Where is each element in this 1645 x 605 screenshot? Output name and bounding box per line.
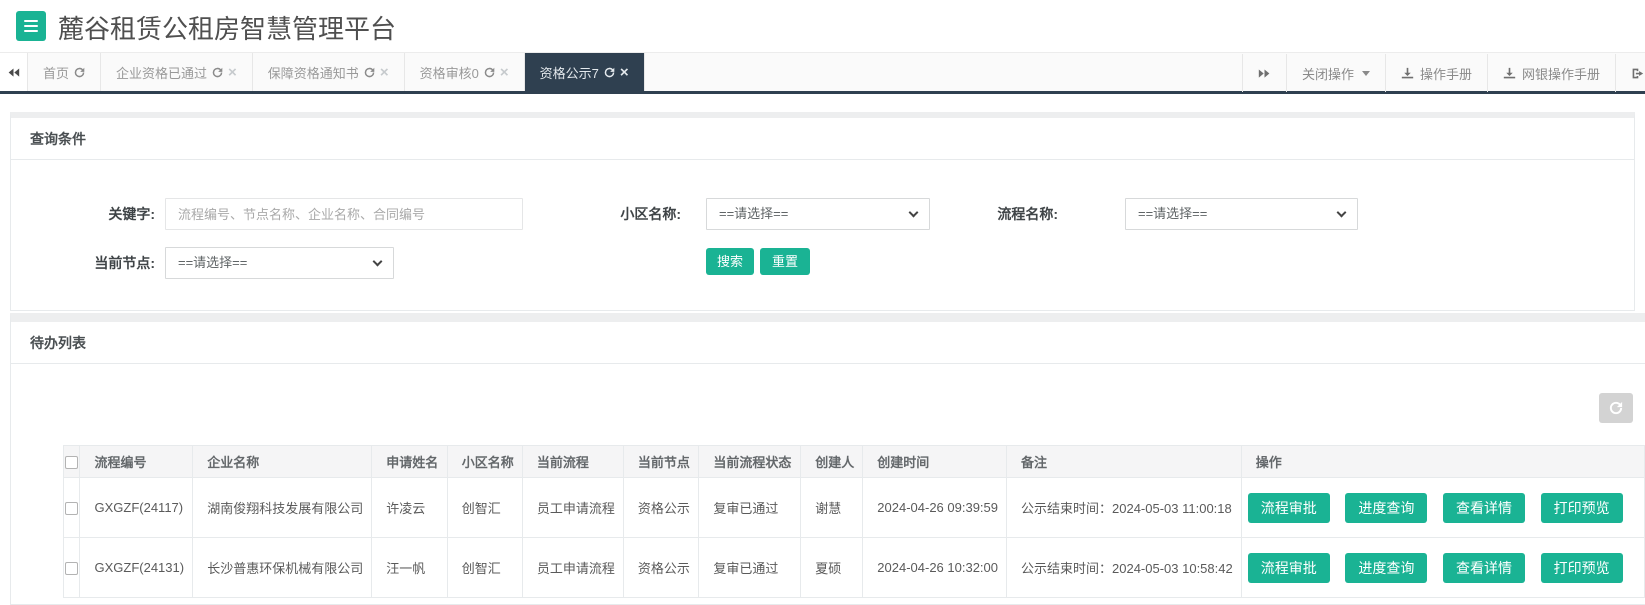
cell-applicant: 许凌云 — [372, 478, 448, 538]
close-icon[interactable]: × — [500, 67, 509, 78]
table-header-row: 流程编号 企业名称 申请姓名 小区名称 当前流程 当前节点 当前流程状态 创建人… — [64, 446, 1645, 478]
community-select[interactable]: ==请选择== — [706, 198, 930, 230]
todo-panel-title: 待办列表 — [11, 322, 1645, 364]
refresh-table-button[interactable] — [1599, 393, 1633, 423]
tab-controls: 关闭操作 操作手册 网银操作手册 — [1242, 54, 1645, 92]
chevron-down-icon — [1337, 208, 1347, 218]
scroll-right-icon[interactable] — [1242, 54, 1286, 92]
keyword-label: 关键字: — [41, 198, 155, 230]
chevron-down-icon — [373, 257, 383, 267]
refresh-icon[interactable] — [604, 67, 615, 78]
action-print-button[interactable]: 打印预览 — [1541, 493, 1623, 523]
refresh-icon — [1609, 401, 1623, 415]
cell-community: 创智汇 — [447, 478, 522, 538]
tab-bar: 首页 企业资格已通过 × 保障资格通知书 × 资格审核0 × 资格公示7 × 关… — [0, 52, 1645, 94]
table-row: GXGZF(24131) 长沙普惠环保机械有限公司 汪一帆 创智汇 员工申请流程… — [64, 538, 1645, 598]
cell-remark: 公示结束时间：2024-05-03 10:58:42 — [1007, 538, 1242, 598]
cell-status: 复审已通过 — [699, 478, 801, 538]
action-progress-button[interactable]: 进度查询 — [1345, 553, 1427, 583]
query-panel-title: 查询条件 — [11, 118, 1634, 160]
action-detail-button[interactable]: 查看详情 — [1443, 553, 1525, 583]
tab-label: 资格公示7 — [540, 63, 599, 82]
close-operations-menu[interactable]: 关闭操作 — [1286, 54, 1385, 92]
keyword-input[interactable] — [165, 198, 523, 230]
cell-company: 长沙普惠环保机械有限公司 — [193, 538, 372, 598]
menu-icon[interactable] — [16, 11, 46, 41]
refresh-icon[interactable] — [364, 67, 375, 78]
search-button[interactable]: 搜索 — [706, 248, 754, 275]
tab-guarantee-notice[interactable]: 保障资格通知书 × — [253, 53, 405, 91]
cell-node: 资格公示 — [623, 478, 699, 538]
action-print-button[interactable]: 打印预览 — [1541, 553, 1623, 583]
cell-created: 2024-04-26 09:39:59 — [863, 478, 1007, 538]
col-header: 流程编号 — [94, 455, 146, 470]
cell-created: 2024-04-26 10:32:00 — [863, 538, 1007, 598]
cell-community: 创智汇 — [447, 538, 522, 598]
close-icon[interactable]: × — [228, 67, 237, 78]
refresh-icon[interactable] — [74, 67, 85, 78]
tab-qualification-publicity[interactable]: 资格公示7 × — [525, 53, 645, 91]
sign-out-icon[interactable] — [1615, 54, 1645, 92]
col-header: 备注 — [1021, 455, 1047, 470]
col-header: 创建人 — [815, 455, 854, 470]
cell-process-code: GXGZF(24131) — [80, 538, 193, 598]
caret-down-icon — [1362, 71, 1370, 76]
close-icon[interactable]: × — [620, 67, 629, 78]
col-header: 当前节点 — [638, 455, 690, 470]
cell-status: 复审已通过 — [699, 538, 801, 598]
action-approve-button[interactable]: 流程审批 — [1248, 553, 1330, 583]
bank-manual-link[interactable]: 网银操作手册 — [1487, 54, 1615, 92]
row-checkbox[interactable] — [65, 562, 78, 575]
current-node-label: 当前节点: — [41, 247, 155, 279]
col-header: 操作 — [1256, 455, 1282, 470]
table-row: GXGZF(24117) 湖南俊翔科技发展有限公司 许凌云 创智汇 员工申请流程… — [64, 478, 1645, 538]
cell-remark: 公示结束时间：2024-05-03 11:00:18 — [1007, 478, 1242, 538]
operation-manual-link[interactable]: 操作手册 — [1385, 54, 1487, 92]
process-name-label: 流程名称: — [938, 198, 1058, 230]
cell-creator: 夏硕 — [801, 538, 863, 598]
action-detail-button[interactable]: 查看详情 — [1443, 493, 1525, 523]
todo-panel: 待办列表 流程编号 企业名称 申请姓名 小区名称 当前流程 当前节点 当前流程状… — [10, 313, 1645, 605]
refresh-icon[interactable] — [484, 67, 495, 78]
cell-process: 员工申请流程 — [522, 538, 623, 598]
tab-label: 保障资格通知书 — [268, 63, 359, 82]
download-icon — [1401, 67, 1414, 80]
cell-process-code: GXGZF(24117) — [80, 478, 193, 538]
todo-table: 流程编号 企业名称 申请姓名 小区名称 当前流程 当前节点 当前流程状态 创建人… — [63, 445, 1645, 598]
tab-label: 资格审核0 — [420, 63, 479, 82]
query-panel: 查询条件 关键字: 小区名称: ==请选择== 流程名称: ==请选择== 当前… — [10, 112, 1635, 311]
community-label: 小区名称: — [561, 198, 681, 230]
process-name-select[interactable]: ==请选择== — [1125, 198, 1358, 230]
chevron-down-icon — [909, 208, 919, 218]
cell-process: 员工申请流程 — [522, 478, 623, 538]
col-header: 申请姓名 — [386, 455, 438, 470]
action-progress-button[interactable]: 进度查询 — [1345, 493, 1427, 523]
col-header: 小区名称 — [462, 455, 514, 470]
scroll-left-icon[interactable] — [0, 53, 28, 91]
page-title: 麓谷租赁公租房智慧管理平台 — [58, 9, 396, 46]
refresh-icon[interactable] — [212, 67, 223, 78]
tab-qualification-review[interactable]: 资格审核0 × — [405, 53, 525, 91]
col-header: 创建时间 — [877, 455, 929, 470]
tab-enterprise-qualified[interactable]: 企业资格已通过 × — [101, 53, 253, 91]
download-icon — [1503, 67, 1516, 80]
cell-applicant: 汪一帆 — [372, 538, 448, 598]
row-checkbox[interactable] — [65, 502, 78, 515]
tab-label: 首页 — [43, 63, 69, 82]
tab-home[interactable]: 首页 — [28, 53, 101, 91]
cell-company: 湖南俊翔科技发展有限公司 — [193, 478, 372, 538]
action-approve-button[interactable]: 流程审批 — [1248, 493, 1330, 523]
select-all-checkbox[interactable] — [65, 456, 78, 469]
current-node-select[interactable]: ==请选择== — [165, 247, 394, 279]
app-header: 麓谷租赁公租房智慧管理平台 — [0, 0, 1645, 52]
col-header: 当前流程状态 — [713, 455, 791, 470]
cell-creator: 谢慧 — [801, 478, 863, 538]
cell-node: 资格公示 — [623, 538, 699, 598]
close-icon[interactable]: × — [380, 67, 389, 78]
reset-button[interactable]: 重置 — [760, 248, 810, 275]
col-header: 当前流程 — [537, 455, 589, 470]
tab-label: 企业资格已通过 — [116, 63, 207, 82]
col-header: 企业名称 — [207, 455, 259, 470]
